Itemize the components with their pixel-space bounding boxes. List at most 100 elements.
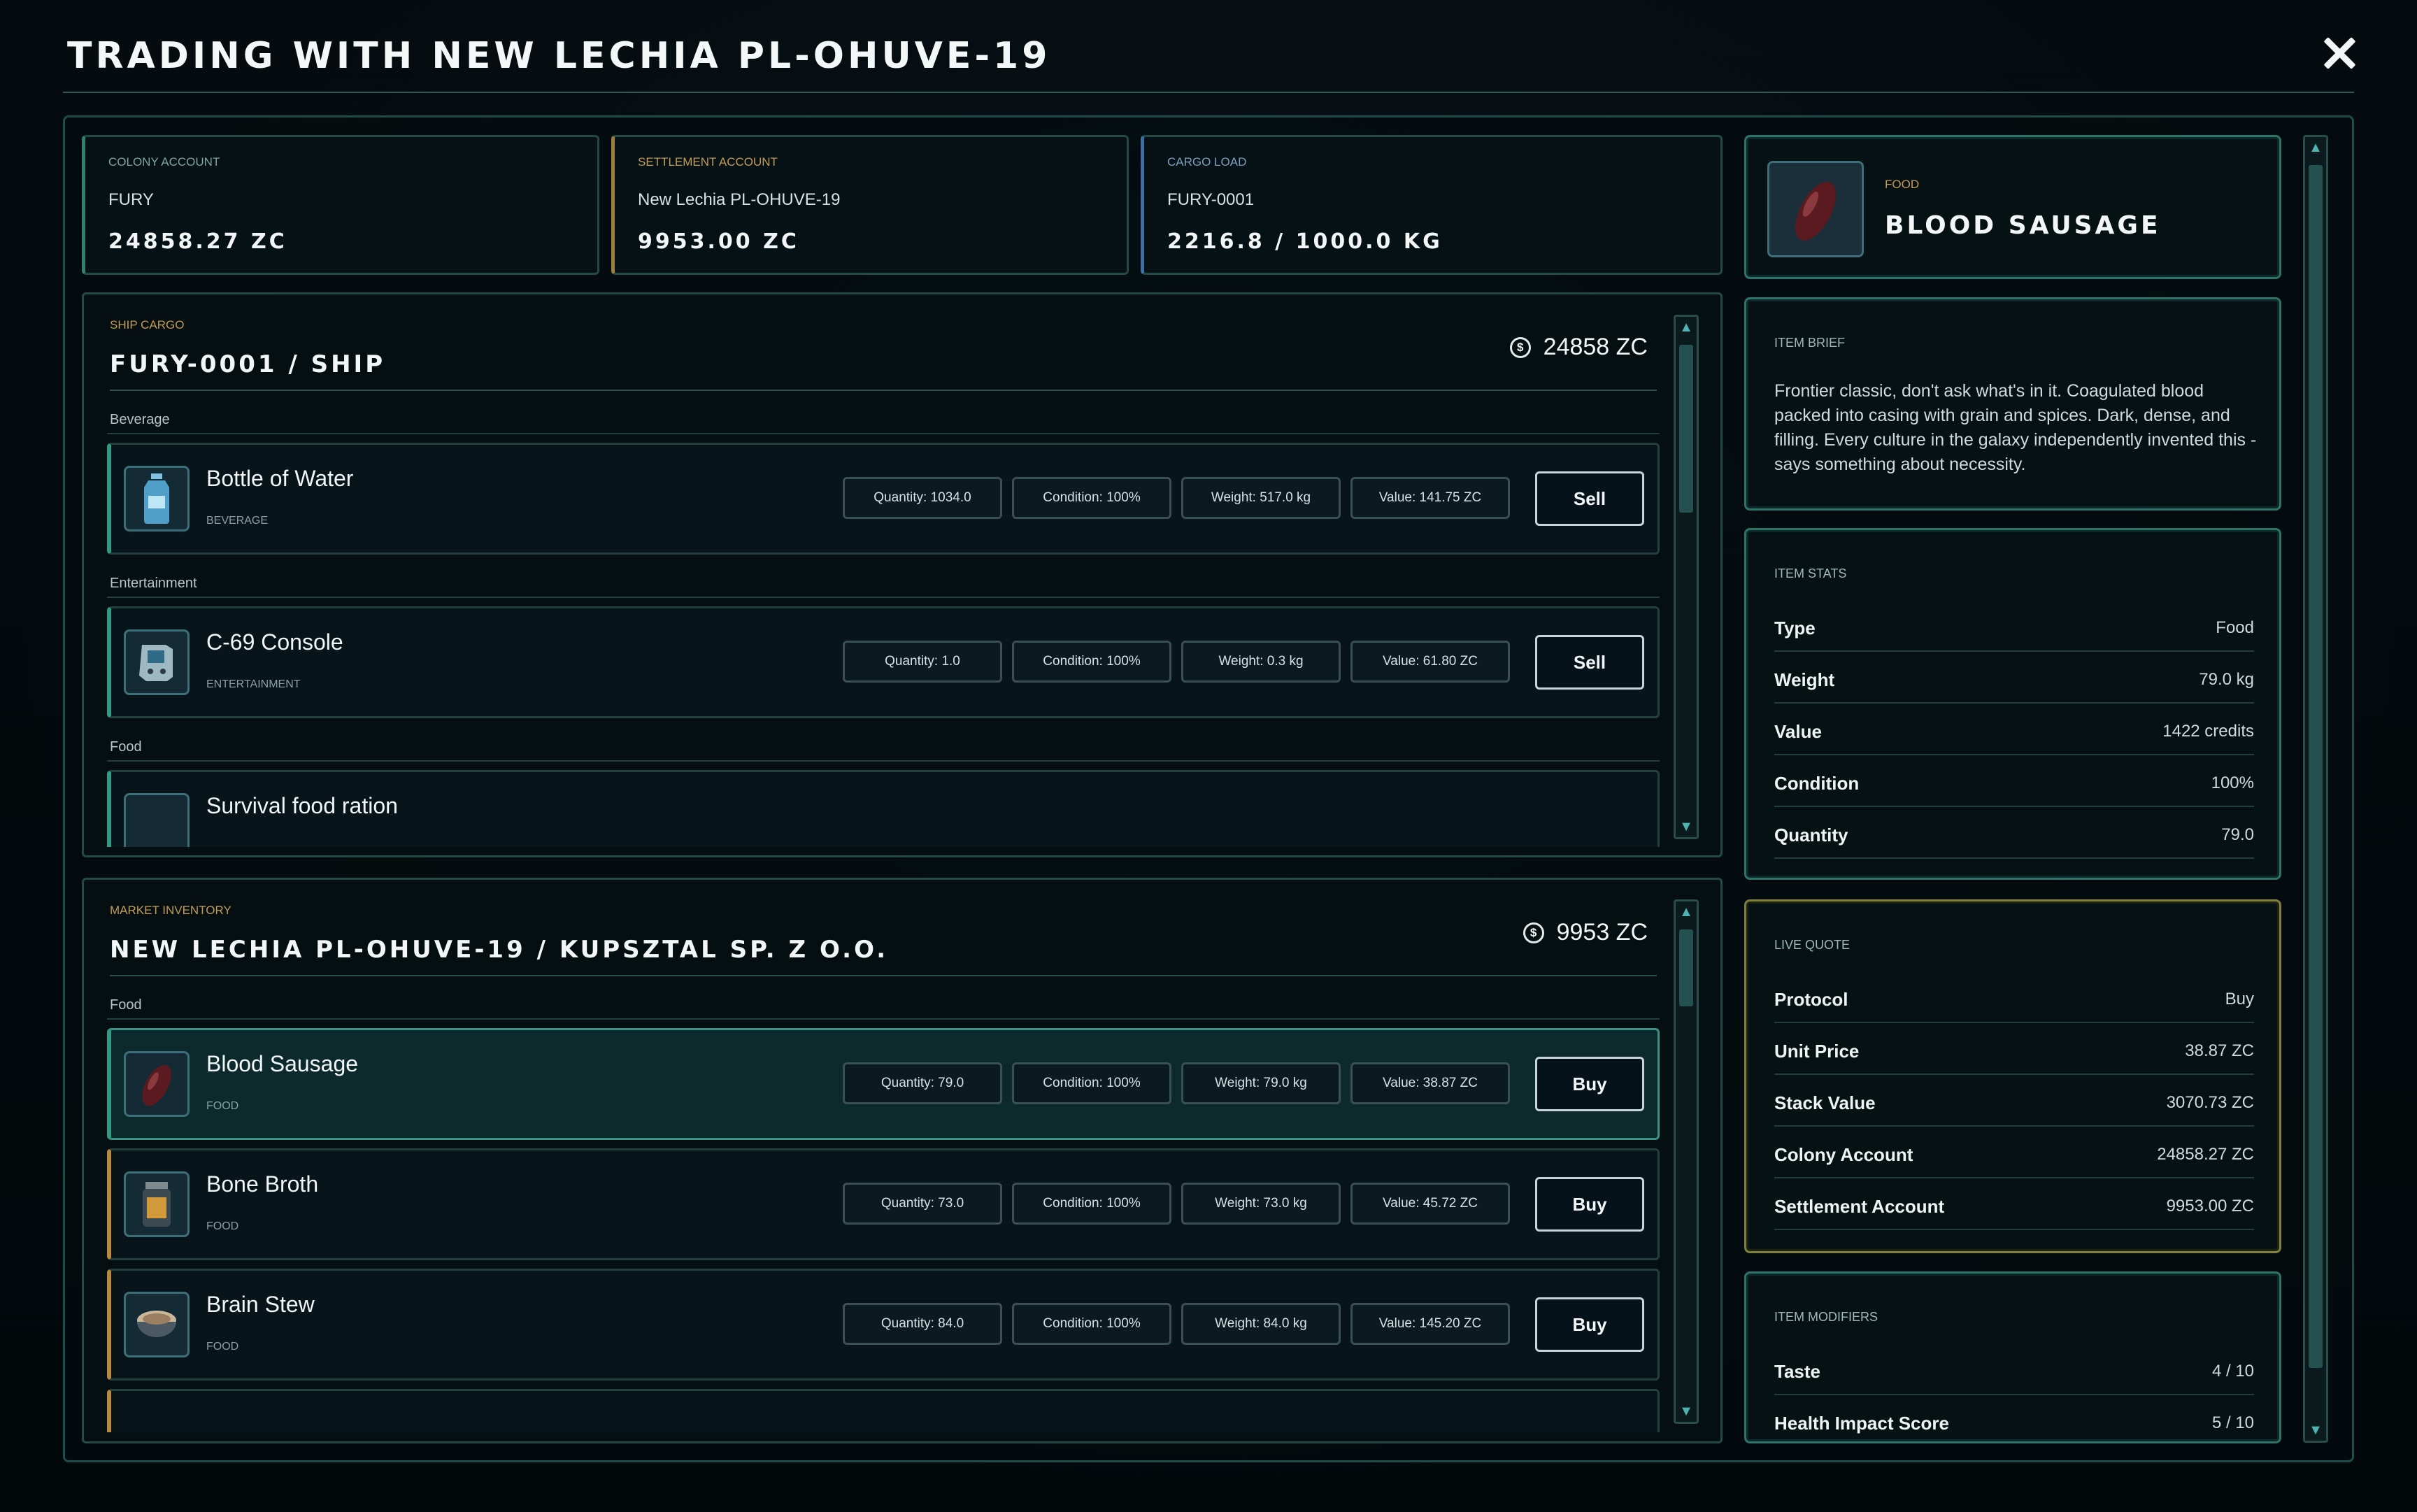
sell-button[interactable]: Sell bbox=[1535, 471, 1644, 526]
market-inventory-tag: Market Inventory bbox=[110, 904, 231, 917]
market-row-bone-broth[interactable]: Bone Broth Food Quantity: 73.0 Condition… bbox=[107, 1148, 1660, 1260]
condition-chip: Condition: 100% bbox=[1012, 477, 1171, 519]
condition-chip: Condition: 100% bbox=[1012, 641, 1171, 683]
stat-row-condition: Condition 100% bbox=[1774, 755, 2254, 807]
coin-icon: $ bbox=[1509, 336, 1531, 358]
colony-account-card: Colony Account FURY 24858.27 ZC bbox=[82, 135, 599, 275]
scroll-down-icon[interactable]: ▼ bbox=[1678, 819, 1694, 834]
item-category: Beverage bbox=[206, 515, 269, 527]
category-header: Food bbox=[107, 985, 1660, 1020]
stew-bowl-icon bbox=[124, 1292, 190, 1357]
scroll-up-icon[interactable]: ▲ bbox=[1678, 904, 1694, 920]
item-brief-card: Item Brief Frontier classic, don't ask w… bbox=[1744, 297, 2281, 511]
ship-cargo-tag: Ship Cargo bbox=[110, 318, 185, 331]
condition-chip: Condition: 100% bbox=[1012, 1062, 1171, 1104]
category-header: Food bbox=[107, 727, 1660, 762]
buy-button[interactable]: Buy bbox=[1535, 1177, 1644, 1232]
market-inventory-title: NEW LECHIA PL-OHUVE-19 / KUPSZTAL SP. Z … bbox=[110, 936, 889, 964]
live-quote-card: Live Quote Protocol Buy Unit Price 38.87 Z… bbox=[1744, 899, 2281, 1253]
value-chip: Value: 61.80 ZC bbox=[1350, 641, 1510, 683]
weight-chip: Weight: 517.0 kg bbox=[1181, 477, 1341, 519]
stat-row-weight: Weight 79.0 kg bbox=[1774, 652, 2254, 704]
water-bottle-icon bbox=[124, 466, 190, 532]
quantity-chip: Quantity: 73.0 bbox=[843, 1183, 1002, 1225]
market-inventory-list: Food Blood Sausage Food Quantity: 79.0 C… bbox=[107, 985, 1660, 1432]
scroll-down-icon[interactable]: ▼ bbox=[2308, 1422, 2323, 1438]
console-icon bbox=[124, 629, 190, 695]
sausage-icon bbox=[124, 1051, 190, 1117]
market-inventory-panel: Market Inventory NEW LECHIA PL-OHUVE-19 … bbox=[82, 878, 1723, 1443]
quantity-chip: Quantity: 1034.0 bbox=[843, 477, 1002, 519]
market-row-blood-sausage[interactable]: Blood Sausage Food Quantity: 79.0 Condit… bbox=[107, 1028, 1660, 1140]
value-chip: Value: 45.72 ZC bbox=[1350, 1183, 1510, 1225]
item-name: Brain Stew bbox=[206, 1292, 315, 1317]
item-name: Survival food ration bbox=[206, 793, 398, 818]
colony-account-name: FURY bbox=[108, 190, 154, 209]
quantity-chip: Quantity: 1.0 bbox=[843, 641, 1002, 683]
ship-cargo-scrollbar[interactable]: ▲ ▼ bbox=[1674, 315, 1699, 839]
cargo-load-label: Cargo Load bbox=[1167, 155, 1247, 169]
item-detail-category: Food bbox=[1885, 178, 1920, 191]
category-header: Beverage bbox=[107, 399, 1660, 434]
quote-row-unit-price: Unit Price 38.87 ZC bbox=[1774, 1023, 2254, 1075]
scroll-up-icon[interactable]: ▲ bbox=[2308, 140, 2323, 155]
weight-chip: Weight: 0.3 kg bbox=[1181, 641, 1341, 683]
item-modifiers-card: Item Modifiers Taste 4 / 10 Health Impact… bbox=[1744, 1271, 2281, 1443]
colony-account-label: Colony Account bbox=[108, 155, 220, 169]
cargo-row-survival-food-ration[interactable]: Survival food ration bbox=[107, 770, 1660, 847]
scrollbar-thumb[interactable] bbox=[1679, 345, 1693, 513]
sausage-icon bbox=[1767, 161, 1864, 257]
market-balance-value: 9953 ZC bbox=[1556, 919, 1648, 946]
value-chip: Value: 145.20 ZC bbox=[1350, 1303, 1510, 1345]
modifier-row-health-impact: Health Impact Score 5 / 10 bbox=[1774, 1395, 2254, 1441]
quote-row-settlement-account: Settlement Account 9953.00 ZC bbox=[1774, 1178, 2254, 1230]
ship-cargo-panel: Ship Cargo FURY-0001 / SHIP $ 24858 ZC B… bbox=[82, 292, 1723, 857]
market-inventory-scrollbar[interactable]: ▲ ▼ bbox=[1674, 899, 1699, 1424]
cargo-load-card: Cargo Load FURY-0001 2216.8 / 1000.0 KG bbox=[1141, 135, 1723, 275]
detail-scrollbar[interactable]: ▲ ▼ bbox=[2303, 135, 2328, 1443]
settlement-account-balance: 9953.00 ZC bbox=[638, 229, 799, 254]
ship-balance-value: 24858 ZC bbox=[1543, 334, 1648, 360]
market-inventory-divider bbox=[110, 975, 1657, 976]
stat-row-type: Type Food bbox=[1774, 600, 2254, 652]
ship-cargo-title: FURY-0001 / SHIP bbox=[110, 350, 386, 378]
close-icon[interactable] bbox=[2315, 28, 2364, 77]
item-detail-name: BLOOD SAUSAGE bbox=[1885, 211, 2161, 240]
sell-button[interactable]: Sell bbox=[1535, 635, 1644, 690]
scrollbar-thumb[interactable] bbox=[2309, 165, 2323, 1368]
item-stats-card: Item Stats Type Food Weight 79.0 kg Value 1… bbox=[1744, 528, 2281, 880]
stat-row-value: Value 1422 credits bbox=[1774, 704, 2254, 755]
cargo-row-c-69-console[interactable]: C-69 Console Entertainment Quantity: 1.0… bbox=[107, 606, 1660, 718]
weight-chip: Weight: 84.0 kg bbox=[1181, 1303, 1341, 1345]
scroll-up-icon[interactable]: ▲ bbox=[1678, 320, 1694, 335]
settlement-account-name: New Lechia PL-OHUVE-19 bbox=[638, 190, 841, 209]
market-row-brain-stew[interactable]: Brain Stew Food Quantity: 84.0 Condition… bbox=[107, 1269, 1660, 1381]
quote-row-colony-account: Colony Account 24858.27 ZC bbox=[1774, 1127, 2254, 1178]
scrollbar-thumb[interactable] bbox=[1679, 929, 1693, 1006]
ship-cargo-list: Beverage Bottle of Water Beverage Quanti… bbox=[107, 399, 1660, 847]
item-name: Bottle of Water bbox=[206, 466, 354, 491]
item-name: C-69 Console bbox=[206, 629, 343, 655]
ship-cargo-divider bbox=[110, 390, 1657, 391]
cargo-load-value: 2216.8 / 1000.0 KG bbox=[1167, 229, 1443, 254]
buy-button[interactable]: Buy bbox=[1535, 1297, 1644, 1352]
scroll-down-icon[interactable]: ▼ bbox=[1678, 1404, 1694, 1419]
settlement-account-label: Settlement Account bbox=[638, 155, 778, 169]
buy-button[interactable]: Buy bbox=[1535, 1057, 1644, 1111]
item-modifiers-label: Item Modifiers bbox=[1774, 1310, 1878, 1324]
quantity-chip: Quantity: 84.0 bbox=[843, 1303, 1002, 1345]
item-category: Food bbox=[206, 1220, 239, 1232]
cargo-row-bottle-of-water[interactable]: Bottle of Water Beverage Quantity: 1034.… bbox=[107, 443, 1660, 555]
quote-row-stack-value: Stack Value 3070.73 ZC bbox=[1774, 1075, 2254, 1127]
item-category: Entertainment bbox=[206, 678, 301, 690]
market-balance: $ 9953 ZC bbox=[1523, 919, 1648, 946]
item-brief-label: Item Brief bbox=[1774, 336, 1846, 350]
broth-jar-icon bbox=[124, 1171, 190, 1237]
market-row-partial[interactable] bbox=[107, 1389, 1660, 1432]
ship-balance: $ 24858 ZC bbox=[1509, 334, 1648, 361]
category-header: Entertainment bbox=[107, 563, 1660, 598]
item-brief-text: Frontier classic, don't ask what's in it… bbox=[1774, 381, 2257, 474]
settlement-account-card: Settlement Account New Lechia PL-OHUVE-1… bbox=[611, 135, 1129, 275]
window-title: Trading with New Lechia PL-OHUVE-19 bbox=[67, 35, 1051, 77]
condition-chip: Condition: 100% bbox=[1012, 1303, 1171, 1345]
